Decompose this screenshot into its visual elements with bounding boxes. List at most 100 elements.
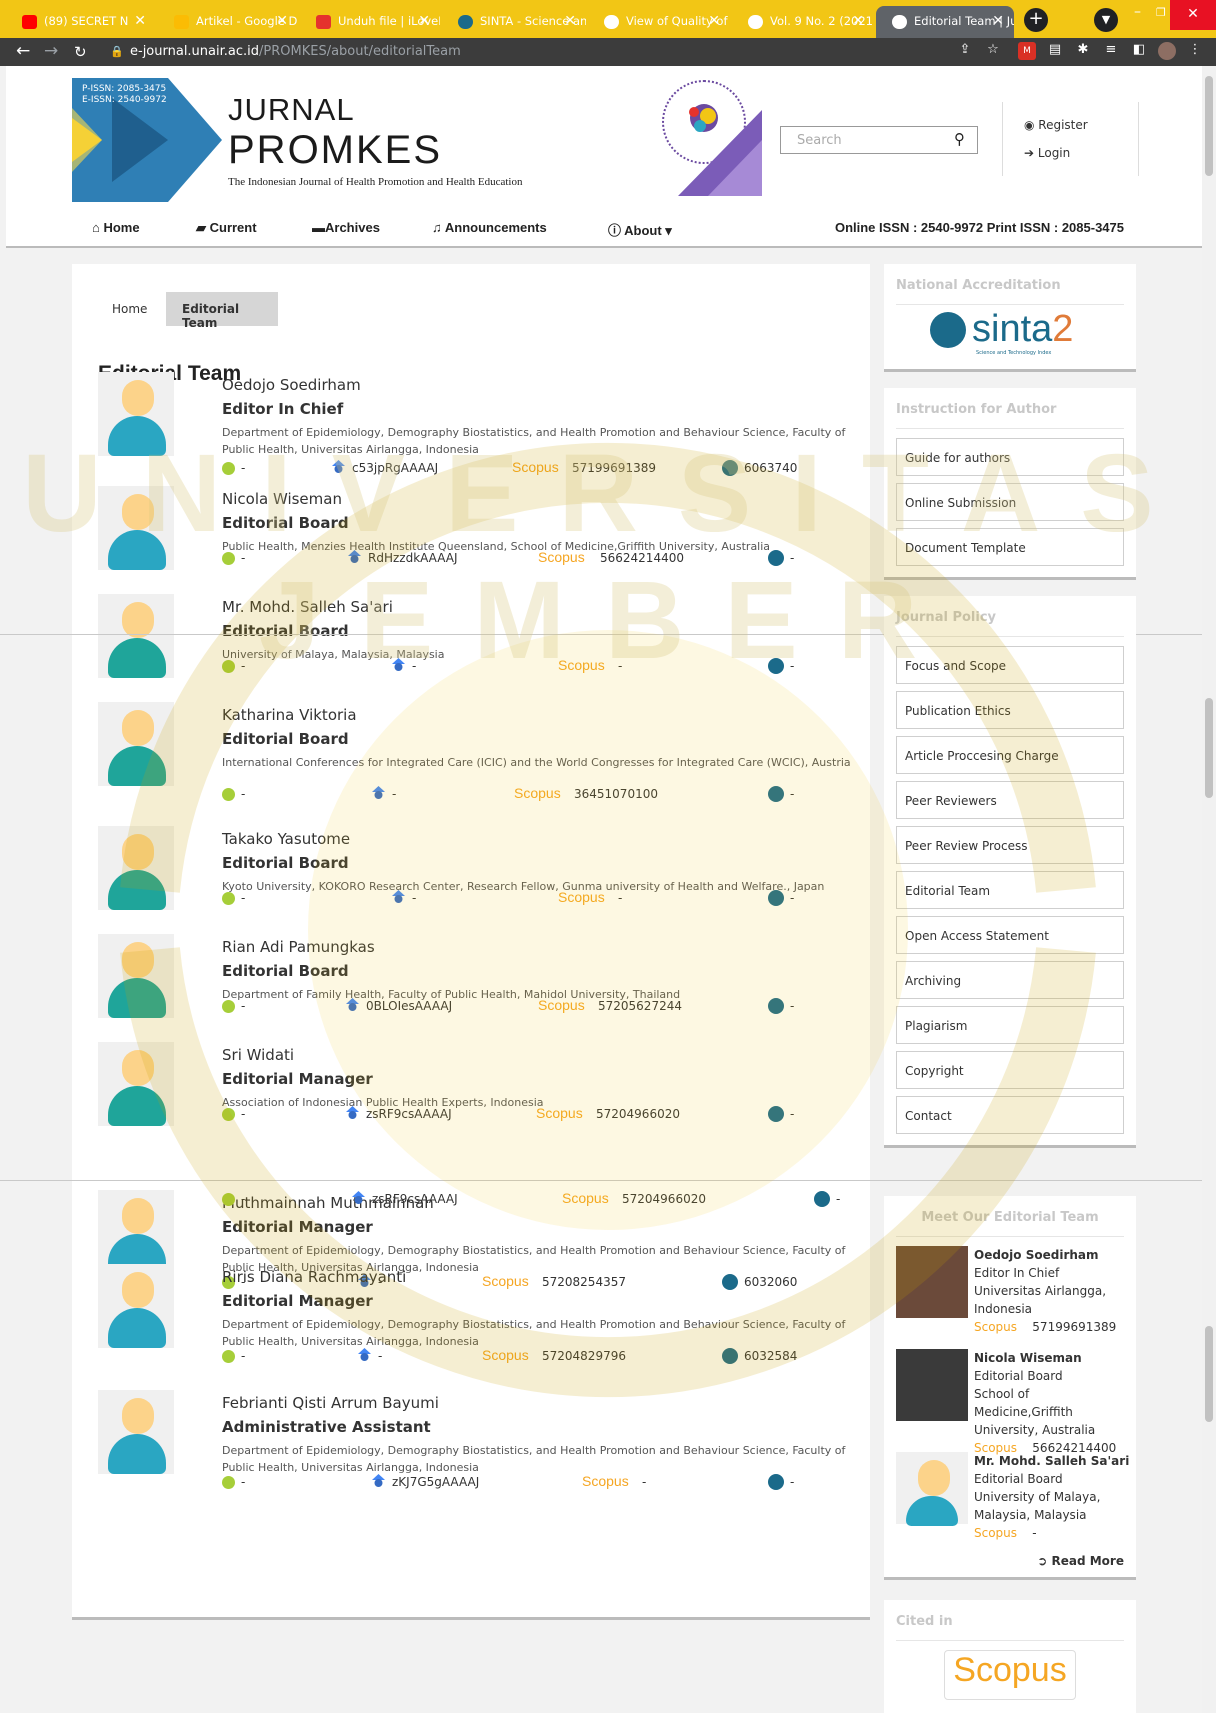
sidebar-link[interactable]: Peer Reviewers — [896, 781, 1124, 819]
forward-icon[interactable]: → — [44, 41, 58, 61]
scopus-id-value[interactable]: - — [618, 891, 622, 905]
close-tab-icon[interactable]: ✕ — [418, 13, 430, 29]
sidebar-link[interactable]: Plagiarism — [896, 1006, 1124, 1044]
sidepanel-icon[interactable]: ◧ — [1130, 42, 1148, 60]
scrollbar-thumb[interactable] — [1205, 698, 1213, 798]
share-icon[interactable]: ⇪ — [956, 42, 974, 60]
scopus-label[interactable]: Scopus — [482, 1347, 529, 1363]
google-scholar-value[interactable]: 0BLOIesAAAAJ — [366, 999, 452, 1013]
scopus-label[interactable]: Scopus — [562, 1190, 609, 1206]
puzzle-icon[interactable]: ✱ — [1074, 42, 1092, 60]
sinta-icon[interactable] — [768, 786, 784, 802]
scopus-label[interactable]: Scopus — [582, 1473, 629, 1489]
orcid-icon[interactable] — [222, 1000, 235, 1013]
scopus-id-value[interactable]: - — [642, 1475, 646, 1489]
sidebar-link[interactable]: Publication Ethics — [896, 691, 1124, 729]
orcid-icon[interactable] — [222, 892, 235, 905]
google-scholar-value[interactable]: - — [412, 891, 416, 905]
nav-archives[interactable]: ▬Archives — [312, 220, 380, 235]
google-scholar-icon[interactable] — [346, 1106, 359, 1120]
close-tab-icon[interactable]: ✕ — [708, 13, 720, 29]
tab-search-button[interactable]: ▼ — [1094, 8, 1118, 32]
sidebar-link[interactable]: Contact — [896, 1096, 1124, 1134]
close-tab-icon[interactable]: ✕ — [852, 13, 864, 29]
star-icon[interactable]: ☆ — [984, 42, 1002, 60]
member-photo[interactable] — [896, 1349, 968, 1421]
sinta-icon[interactable] — [768, 998, 784, 1014]
reading-list-icon[interactable]: ≡ — [1102, 42, 1120, 60]
window-close-button[interactable]: ✕ — [1170, 0, 1216, 30]
sinta-icon[interactable] — [768, 1106, 784, 1122]
sinta-icon[interactable] — [768, 890, 784, 906]
google-scholar-value[interactable]: - — [392, 787, 396, 801]
breadcrumb-home[interactable]: Home — [98, 292, 162, 326]
sinta-icon[interactable] — [722, 1348, 738, 1364]
google-scholar-value[interactable]: zsRF9csAAAAJ — [366, 1107, 452, 1121]
scopus-label[interactable]: Scopus — [558, 889, 605, 905]
sinta-icon[interactable] — [768, 1474, 784, 1490]
scopus-id-value[interactable]: 36451070100 — [574, 787, 658, 801]
scopus-label[interactable]: Scopus — [536, 1105, 583, 1121]
orcid-icon[interactable] — [222, 1350, 235, 1363]
new-tab-button[interactable]: + — [1024, 8, 1048, 32]
browser-tab[interactable]: Artikel - Google D ✕ — [158, 6, 298, 38]
search-icon[interactable]: ⚲ — [954, 130, 965, 148]
sinta-icon[interactable] — [814, 1191, 830, 1207]
read-more-link[interactable]: ➲ Read More — [1037, 1554, 1124, 1568]
sidebar-link[interactable]: Editorial Team — [896, 871, 1124, 909]
extension-icon[interactable]: M — [1018, 42, 1036, 60]
nav-about[interactable]: ⓘ About ▾ — [608, 220, 672, 239]
login-link[interactable]: ➔ Login — [1024, 146, 1070, 160]
address-bar[interactable]: 🔒 e-journal.unair.ac.id/PROMKES/about/ed… — [98, 41, 1028, 63]
meet-member-name[interactable]: Oedojo Soedirham — [974, 1248, 1099, 1262]
sinta-logo[interactable]: sinta2 — [972, 308, 1073, 351]
document-icon[interactable]: ▤ — [1046, 42, 1064, 60]
scopus-id-value[interactable]: 57204966020 — [622, 1192, 706, 1206]
sidebar-link[interactable]: Copyright — [896, 1051, 1124, 1089]
reload-icon[interactable]: ↻ — [74, 43, 87, 61]
scopus-logo[interactable]: Scopus — [944, 1650, 1076, 1700]
google-scholar-icon[interactable] — [358, 1348, 371, 1362]
scopus-id-value[interactable]: 57204829796 — [542, 1349, 626, 1363]
register-link[interactable]: ◉ Register — [1024, 118, 1088, 132]
browser-tab[interactable]: (89) SECRET N ✕ — [6, 6, 156, 38]
member-photo[interactable] — [896, 1246, 968, 1318]
menu-kebab-icon[interactable]: ⋮ — [1186, 42, 1204, 60]
restore-icon[interactable]: ❐ — [1156, 6, 1166, 19]
sidebar-link[interactable]: Peer Review Process — [896, 826, 1124, 864]
close-tab-icon[interactable]: ✕ — [276, 13, 288, 29]
orcid-icon[interactable] — [222, 1476, 235, 1489]
meet-member-name[interactable]: Mr. Mohd. Salleh Sa'ari — [974, 1454, 1129, 1468]
google-scholar-icon[interactable] — [372, 1474, 385, 1488]
orcid-icon[interactable] — [222, 788, 235, 801]
nav-announcements[interactable]: ♫ Announcements — [432, 220, 547, 235]
close-tab-icon[interactable]: ✕ — [564, 13, 576, 29]
sidebar-link[interactable]: Open Access Statement — [896, 916, 1124, 954]
page-scrollbar[interactable] — [1202, 66, 1216, 1713]
browser-tab[interactable]: View of Quality of ✕ — [588, 6, 730, 38]
minimize-icon[interactable]: – — [1134, 4, 1141, 20]
google-scholar-icon[interactable] — [352, 1191, 365, 1205]
google-scholar-value[interactable]: zKJ7G5gAAAAJ — [392, 1475, 479, 1489]
search-input[interactable]: Search ⚲ — [780, 126, 978, 154]
browser-tab-active[interactable]: Editorial Team | Ju ✕ — [876, 6, 1014, 38]
scrollbar-thumb[interactable] — [1205, 1326, 1213, 1422]
google-scholar-value[interactable]: - — [378, 1349, 382, 1363]
google-scholar-icon[interactable] — [372, 786, 385, 800]
orcid-icon[interactable] — [222, 1193, 235, 1206]
close-tab-icon[interactable]: ✕ — [134, 13, 146, 29]
avatar-icon[interactable] — [1158, 42, 1176, 60]
google-scholar-icon[interactable] — [346, 998, 359, 1012]
orcid-icon[interactable] — [222, 1108, 235, 1121]
back-icon[interactable]: ← — [16, 41, 30, 61]
scopus-id-value[interactable]: 57205627244 — [598, 999, 682, 1013]
scopus-id-value[interactable]: 57204966020 — [596, 1107, 680, 1121]
sidebar-link[interactable]: Archiving — [896, 961, 1124, 999]
browser-tab[interactable]: Unduh file | iLoveF ✕ — [300, 6, 440, 38]
scrollbar-thumb[interactable] — [1205, 76, 1213, 176]
google-scholar-value[interactable]: zsRF9csAAAAJ — [372, 1192, 458, 1206]
meet-member-name[interactable]: Nicola Wiseman — [974, 1351, 1082, 1365]
scopus-label[interactable]: Scopus — [538, 997, 585, 1013]
sidebar-link[interactable]: Article Proccesing Charge — [896, 736, 1124, 774]
nav-home[interactable]: ⌂ Home — [92, 220, 140, 235]
